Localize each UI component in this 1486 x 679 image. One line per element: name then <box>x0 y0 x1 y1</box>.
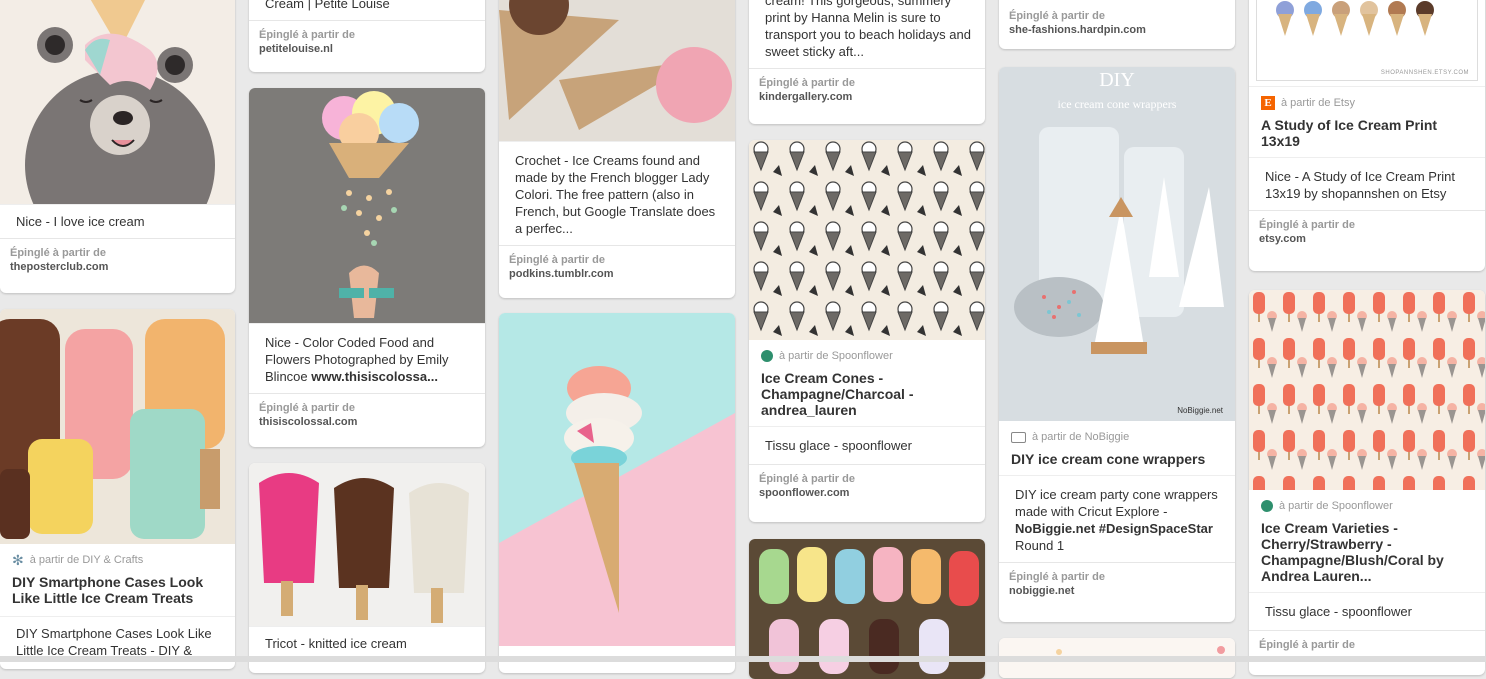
knitted-ice-cream-photo <box>259 473 469 623</box>
pinned-from: Épinglé à partir de etsy.com <box>1249 210 1485 257</box>
pin-title[interactable]: Ice Cream Varieties - Cherry/Strawberry … <box>1261 520 1473 584</box>
pinned-from: Épinglé à partir de theposterclub.com <box>0 238 235 285</box>
pin-description: Tissu glace - spoonflower <box>749 426 985 464</box>
pin-description-link[interactable]: NoBiggie.net #DesignSpaceStar <box>1015 521 1213 536</box>
pinned-label: Épinglé à partir de <box>1259 219 1355 231</box>
pin-description: Nice - I love ice cream <box>0 204 235 238</box>
horizontal-scrollbar[interactable] <box>0 656 1486 662</box>
sock-ice-cream-photo <box>499 366 735 646</box>
pin-card[interactable]: Tricot - knitted ice cream <box>249 463 485 673</box>
cone-pattern-fabric <box>749 140 985 340</box>
pin-image[interactable]: DIY ice cream cone wrappers NoBiggie.net <box>999 67 1235 421</box>
pin-attribution: à partir de Spoonflower Ice Cream Variet… <box>1249 490 1485 592</box>
comment-icon <box>1011 431 1026 443</box>
pin-source-link[interactable]: kindergallery.com <box>759 90 975 105</box>
pin-from-label[interactable]: à partir de Spoonflower <box>779 348 893 364</box>
pin-image[interactable] <box>249 463 485 626</box>
image-overlay-title: DIY <box>1099 69 1135 91</box>
flower-icon <box>761 350 773 362</box>
pin-image[interactable]: SHOPANNSHEN.ETSY.COM <box>1249 0 1485 86</box>
pinned-label: Épinglé à partir de <box>759 473 855 485</box>
pin-attribution: à partir de Spoonflower Ice Cream Cones … <box>749 340 985 426</box>
pin-image[interactable] <box>249 88 485 323</box>
pin-source-link[interactable]: nobiggie.net <box>1009 584 1225 599</box>
pinned-from: Épinglé à partir de nobiggie.net <box>999 562 1235 609</box>
pin-description: cream! This gorgeous, summery print by H… <box>765 0 971 59</box>
pin-description: Tricot - knitted ice cream <box>249 626 485 660</box>
pin-source-link[interactable]: she-fashions.hardpin.com <box>1009 23 1225 38</box>
pinned-label: Épinglé à partir de <box>1009 571 1105 583</box>
pin-image[interactable] <box>0 309 235 544</box>
pin-description: Nice - A Study of Ice Cream Print 13x19 … <box>1249 157 1485 210</box>
image-credit: SHOPANNSHEN.ETSY.COM <box>1380 70 1469 76</box>
pin-attribution: ✻ à partir de DIY & Crafts DIY Smartphon… <box>0 544 235 614</box>
pin-card[interactable]: Épinglé à partir de she-fashions.hardpin… <box>999 0 1235 49</box>
pin-description: Nice - Color Coded Food and Flowers Phot… <box>249 323 485 393</box>
pin-description: Tissu glace - spoonflower <box>1249 592 1485 630</box>
pin-card[interactable]: Nice - I love ice cream Épinglé à partir… <box>0 0 235 293</box>
pin-card[interactable]: SHOPANNSHEN.ETSY.COM E à partir de Etsy … <box>1249 0 1485 271</box>
pin-description-link[interactable]: www.thisiscolossa... <box>311 369 438 384</box>
pinned-label: Épinglé à partir de <box>1259 639 1355 651</box>
ice-cream-study-print <box>1276 1 1434 36</box>
pin-title[interactable]: DIY ice cream cone wrappers <box>1011 451 1223 467</box>
pin-source-link[interactable]: spoonflower.com <box>759 486 975 501</box>
pin-image[interactable] <box>499 0 735 141</box>
pinned-from: Épinglé à partir de kindergallery.com <box>749 68 985 115</box>
pinned-from: Épinglé à partir de she-fashions.hardpin… <box>999 0 1235 48</box>
pinned-from: Épinglé à partir de spoonflower.com <box>749 464 985 511</box>
ice-cream-cloud-photo <box>322 91 419 318</box>
pin-from-label[interactable]: à partir de NoBiggie <box>1032 429 1129 445</box>
pin-description: Crochet - Ice Creams found and made by t… <box>499 141 735 245</box>
pin-attribution: à partir de NoBiggie DIY ice cream cone … <box>999 421 1235 475</box>
pin-description: DIY ice cream party cone wrappers made w… <box>999 475 1235 562</box>
pin-card[interactable]: Crochet - Ice Creams found and made by t… <box>499 0 735 298</box>
pin-card[interactable]: Nice - Color Coded Food and Flowers Phot… <box>249 88 485 447</box>
pinned-from: Épinglé à partir de petitelouise.nl <box>249 20 485 67</box>
snowflake-icon: ✻ <box>12 552 24 568</box>
image-credit: NoBiggie.net <box>1177 406 1223 415</box>
pin-image[interactable] <box>1249 290 1485 490</box>
phone-cases-photo <box>0 319 225 539</box>
pin-title[interactable]: DIY Smartphone Cases Look Like Little Ic… <box>12 574 223 606</box>
flower-icon <box>1261 500 1273 512</box>
pin-title[interactable]: A Study of Ice Cream Print 13x19 <box>1261 117 1473 149</box>
pinned-from: Épinglé à partir de podkins.tumblr.com <box>499 245 735 292</box>
pin-source-link[interactable]: thisiscolossal.com <box>259 415 475 430</box>
pinned-label: Épinglé à partir de <box>259 402 355 414</box>
pin-card[interactable]: Cream | Petite Louise Épinglé à partir d… <box>249 0 485 72</box>
crochet-ice-cream-photo <box>499 0 732 130</box>
pin-title[interactable]: Ice Cream Cones - Champagne/Charcoal - a… <box>761 370 973 418</box>
cone-wrappers-photo <box>1014 127 1224 354</box>
pinned-label: Épinglé à partir de <box>759 77 855 89</box>
pin-image[interactable] <box>749 140 985 340</box>
pin-attribution: E à partir de Etsy A Study of Ice Cream … <box>1249 86 1485 157</box>
etsy-icon: E <box>1261 96 1275 110</box>
bear-illustration <box>25 0 215 204</box>
pin-source-link[interactable]: etsy.com <box>1259 232 1475 247</box>
pin-image[interactable] <box>499 313 735 646</box>
pin-description: Cream | Petite Louise <box>265 0 390 11</box>
pinned-label: Épinglé à partir de <box>509 254 605 266</box>
pin-image[interactable] <box>0 0 235 204</box>
pin-card[interactable]: ✻ à partir de DIY & Crafts DIY Smartphon… <box>0 309 235 669</box>
pin-card[interactable] <box>499 313 735 673</box>
pin-source-link[interactable]: podkins.tumblr.com <box>509 267 725 282</box>
pin-from-label[interactable]: à partir de Etsy <box>1281 95 1355 111</box>
pin-card[interactable]: à partir de Spoonflower Ice Cream Cones … <box>749 140 985 522</box>
pin-card[interactable]: DIY ice cream cone wrappers NoBiggie.net… <box>999 67 1235 622</box>
ice-cream-varieties-fabric <box>1249 290 1485 490</box>
pinned-label: Épinglé à partir de <box>259 29 355 41</box>
pinned-label: Épinglé à partir de <box>10 247 106 259</box>
pin-source-link[interactable]: theposterclub.com <box>10 260 225 275</box>
pin-from-label[interactable]: à partir de DIY & Crafts <box>30 552 144 568</box>
pin-from-label[interactable]: à partir de Spoonflower <box>1279 498 1393 514</box>
pin-source-link[interactable]: petitelouise.nl <box>259 42 475 57</box>
image-overlay-subtitle: ice cream cone wrappers <box>1057 97 1177 111</box>
pinned-label: Épinglé à partir de <box>1009 10 1105 22</box>
pinned-from: Épinglé à partir de thisiscolossal.com <box>249 393 485 440</box>
pin-card[interactable]: cream! This gorgeous, summery print by H… <box>749 0 985 124</box>
pin-card[interactable]: à partir de Spoonflower Ice Cream Variet… <box>1249 290 1485 675</box>
